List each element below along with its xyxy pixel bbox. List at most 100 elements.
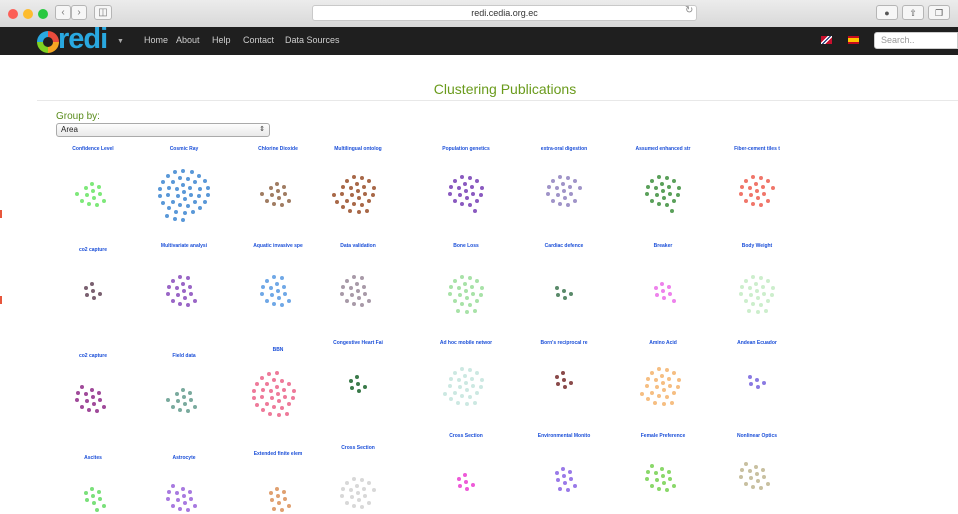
cluster-node[interactable] [287,504,292,509]
cluster-node[interactable] [356,195,361,200]
cluster-node[interactable] [562,480,567,485]
cluster-node[interactable] [645,397,650,402]
cluster-node[interactable] [90,487,94,492]
cluster-node[interactable] [456,308,461,313]
cluster-node[interactable] [743,461,748,466]
cluster-node[interactable] [185,203,190,208]
cluster-node[interactable] [661,480,666,485]
cluster-node[interactable] [197,186,202,191]
cluster-node[interactable] [479,285,484,290]
cluster-node[interactable] [356,295,361,300]
cluster-node[interactable] [467,202,472,207]
cluster-title[interactable]: Ascites [84,455,102,461]
cluster-node[interactable] [739,192,744,197]
cluster-node[interactable] [546,192,551,197]
cluster-node[interactable] [272,378,277,383]
cluster-node[interactable] [344,480,349,485]
cluster-node[interactable] [751,275,756,280]
cluster-node[interactable] [202,179,207,184]
cluster-node[interactable] [197,173,202,178]
cluster-node[interactable] [739,475,744,480]
cluster-node[interactable] [573,484,578,489]
cluster-node[interactable] [467,394,472,399]
cluster-node[interactable] [566,175,571,180]
cluster-node[interactable] [555,382,560,387]
cluster-title[interactable]: Bone Loss [453,243,479,249]
cluster-node[interactable] [166,490,171,495]
cluster-node[interactable] [755,309,760,314]
cluster-node[interactable] [464,401,469,406]
cluster-node[interactable] [443,391,448,396]
cluster-node[interactable] [550,178,555,183]
cluster-title[interactable]: Cardiac defence [545,243,584,249]
cluster-node[interactable] [667,284,672,289]
cluster-node[interactable] [182,196,187,201]
cluster-node[interactable] [279,202,284,207]
cluster-title[interactable]: Amino Acid [649,340,677,346]
cluster-node[interactable] [363,191,368,196]
cluster-node[interactable] [185,302,190,307]
cluster-node[interactable] [654,293,659,298]
cluster-node[interactable] [182,401,187,406]
cluster-node[interactable] [79,404,84,409]
cluster-node[interactable] [356,289,360,293]
cluster-node[interactable] [464,381,468,385]
cluster-node[interactable] [649,178,654,183]
cluster-node[interactable] [75,192,80,197]
cluster-node[interactable] [178,176,183,181]
cluster-node[interactable] [660,182,664,187]
cluster-node[interactable] [170,298,175,303]
cluster-node[interactable] [84,193,89,198]
cluster-node[interactable] [279,405,284,410]
cluster-node[interactable] [193,180,198,185]
cluster-node[interactable] [348,186,353,191]
cluster-node[interactable] [672,371,677,376]
cluster-title[interactable]: Confidence Level [72,146,113,152]
cluster-node[interactable] [193,200,198,205]
cluster-node[interactable] [464,387,469,392]
cluster-node[interactable] [177,507,182,512]
cluster-node[interactable] [668,383,673,388]
cluster-node[interactable] [555,293,560,298]
cluster-node[interactable] [267,372,272,377]
cluster-title[interactable]: Environmental Monito [538,433,591,439]
cluster-node[interactable] [661,289,665,293]
cluster-node[interactable] [75,391,80,396]
cluster-node[interactable] [271,507,276,512]
cluster-node[interactable] [170,278,175,283]
cluster-node[interactable] [748,476,753,481]
cluster-node[interactable] [175,194,180,199]
cluster-node[interactable] [653,400,658,405]
cluster-node[interactable] [254,381,259,386]
cluster-node[interactable] [755,472,759,476]
cluster-node[interactable] [569,380,574,385]
cluster-node[interactable] [649,198,654,203]
cluster-title[interactable]: Extended finite elem [254,451,303,457]
cluster-node[interactable] [268,186,273,191]
cluster-node[interactable] [649,370,654,375]
cluster-node[interactable] [356,189,360,193]
cluster-node[interactable] [340,285,345,290]
cluster-node[interactable] [189,397,194,402]
cluster-node[interactable] [452,298,457,303]
cluster-node[interactable] [170,483,175,488]
cluster-node[interactable] [755,189,759,193]
cluster-node[interactable] [271,302,276,307]
cluster-node[interactable] [188,284,193,289]
cluster-node[interactable] [185,408,190,413]
cluster-node[interactable] [165,213,170,218]
cluster-node[interactable] [91,395,95,399]
cluster-node[interactable] [287,199,292,204]
cluster-node[interactable] [174,209,179,214]
cluster-node[interactable] [657,175,662,180]
cluster-node[interactable] [275,385,279,390]
cluster-node[interactable] [287,382,292,387]
cluster-node[interactable] [97,390,102,395]
cluster-node[interactable] [166,174,171,179]
cluster-node[interactable] [166,497,171,502]
cluster-node[interactable] [761,467,766,472]
cluster-title[interactable]: Cross Section [449,433,483,439]
cluster-node[interactable] [360,275,365,280]
cluster-node[interactable] [182,190,186,194]
cluster-node[interactable] [660,374,664,379]
